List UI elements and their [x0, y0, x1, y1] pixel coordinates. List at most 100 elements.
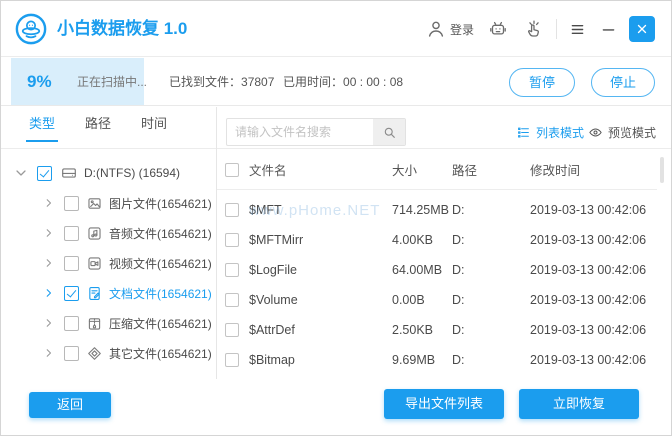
- row-checkbox[interactable]: [225, 293, 239, 307]
- pause-button[interactable]: 暂停: [509, 68, 575, 97]
- tab-path[interactable]: 路径: [85, 107, 111, 143]
- header-filename: 文件名: [249, 164, 287, 178]
- app-logo-icon: [15, 13, 47, 45]
- video-icon: [86, 255, 103, 272]
- cell-path: D:: [452, 323, 465, 337]
- search-input[interactable]: [227, 119, 373, 145]
- table-row[interactable]: $MFT 714.25MB D: 2019-03-13 00:42:06: [217, 195, 657, 225]
- user-icon[interactable]: [426, 19, 446, 39]
- files-found-value: 37807: [241, 75, 275, 89]
- table-row[interactable]: $Bitmap 9.69MB D: 2019-03-13 00:42:06: [217, 345, 657, 375]
- chevron-right-icon[interactable]: [43, 227, 55, 239]
- audio-icon: [86, 225, 103, 242]
- recover-now-button[interactable]: 立即恢复: [519, 389, 639, 419]
- app-title: 小白数据恢复 1.0: [57, 19, 188, 38]
- tree-item-checkbox[interactable]: [64, 345, 79, 361]
- cell-filename: $Volume: [249, 293, 298, 307]
- tree-item[interactable]: 图片文件(1654621): [1, 188, 215, 218]
- tree-item-checkbox[interactable]: [64, 255, 79, 271]
- chevron-right-icon[interactable]: [43, 257, 55, 269]
- login-button[interactable]: 登录: [450, 21, 474, 38]
- tree-item-checkbox[interactable]: [64, 225, 79, 241]
- tree-item-label: 音频文件(1654621): [109, 226, 212, 241]
- export-file-list-button[interactable]: 导出文件列表: [384, 389, 504, 419]
- chevron-right-icon[interactable]: [43, 287, 55, 299]
- elapsed-time-value: 00 : 00 : 08: [343, 75, 404, 89]
- files-found-stat: 已找到文件：37807: [169, 75, 275, 89]
- cell-filename: $MFT: [249, 203, 282, 217]
- list-icon: [518, 127, 529, 138]
- titlebar-actions: 登录: [426, 1, 655, 57]
- sidebar-tabs: 类型 路径 时间: [1, 107, 216, 143]
- tree-item-checkbox[interactable]: [64, 315, 79, 331]
- chevron-right-icon[interactable]: [43, 317, 55, 329]
- back-button[interactable]: 返回: [29, 392, 111, 418]
- drive-icon: [60, 164, 78, 182]
- menu-icon[interactable]: [569, 21, 586, 38]
- cell-modified: 2019-03-13 00:42:06: [530, 293, 647, 307]
- search-box: [226, 118, 406, 146]
- app-window: 小白数据恢复 1.0 登录 9% 正在扫描中... 已找到文件：37807 已用…: [0, 0, 672, 436]
- cell-path: D:: [452, 233, 465, 247]
- tree-item-label: 文档文件(1654621): [109, 286, 212, 301]
- image-icon: [86, 195, 103, 212]
- preview-mode-toggle[interactable]: 预览模式: [588, 118, 656, 146]
- cell-filename: $AttrDef: [249, 323, 295, 337]
- tab-type[interactable]: 类型: [25, 107, 59, 143]
- cell-path: D:: [452, 293, 465, 307]
- cell-size: 9.69MB: [392, 353, 436, 367]
- tree-root-checkbox[interactable]: [37, 165, 52, 181]
- search-icon: [384, 127, 395, 138]
- customer-service-robot-icon[interactable]: [488, 19, 508, 39]
- cell-path: D:: [452, 203, 465, 217]
- preview-mode-label: 预览模式: [608, 125, 657, 140]
- list-mode-label: 列表模式: [536, 125, 585, 140]
- eye-icon: [589, 128, 602, 136]
- tree-item-label: 视频文件(1654621): [109, 256, 212, 271]
- tree-item-checkbox[interactable]: [64, 195, 79, 211]
- table-row[interactable]: $MFTMirr 4.00KB D: 2019-03-13 00:42:06: [217, 225, 657, 255]
- row-checkbox[interactable]: [225, 353, 239, 367]
- header-size: 大小: [392, 164, 418, 178]
- tree-item[interactable]: 音频文件(1654621): [1, 218, 215, 248]
- tree-item-label: 压缩文件(1654621): [109, 316, 212, 331]
- hand-click-icon[interactable]: [524, 19, 544, 39]
- file-table-header: 文件名 大小 路径 修改时间: [217, 150, 657, 190]
- cell-modified: 2019-03-13 00:42:06: [530, 203, 647, 217]
- table-row[interactable]: $Volume 0.00B D: 2019-03-13 00:42:06: [217, 285, 657, 315]
- tree-item-label: 其它文件(1654621): [109, 346, 212, 361]
- tree-item[interactable]: 压缩文件(1654621): [1, 308, 215, 338]
- close-button[interactable]: [629, 16, 655, 42]
- cell-modified: 2019-03-13 00:42:06: [530, 233, 647, 247]
- tree-item[interactable]: 其它文件(1654621): [1, 338, 215, 368]
- row-checkbox[interactable]: [225, 323, 239, 337]
- title-bar: 小白数据恢复 1.0 登录: [1, 1, 671, 57]
- cell-path: D:: [452, 353, 465, 367]
- row-checkbox[interactable]: [225, 203, 239, 217]
- chevron-right-icon[interactable]: [43, 197, 55, 209]
- tree-item-label: 图片文件(1654621): [109, 196, 212, 211]
- cell-modified: 2019-03-13 00:42:06: [530, 263, 647, 277]
- list-mode-toggle[interactable]: 列表模式: [516, 118, 584, 146]
- tab-time[interactable]: 时间: [141, 107, 167, 143]
- table-row[interactable]: $AttrDef 2.50KB D: 2019-03-13 00:42:06: [217, 315, 657, 345]
- tree-item[interactable]: 文档文件(1654621): [1, 278, 215, 308]
- stop-button[interactable]: 停止: [591, 68, 655, 97]
- tree-root-drive[interactable]: D:(NTFS) (16594): [1, 158, 215, 188]
- search-button[interactable]: [373, 119, 405, 145]
- titlebar-divider: [556, 19, 557, 39]
- table-row[interactable]: $LogFile 64.00MB D: 2019-03-13 00:42:06: [217, 255, 657, 285]
- chevron-down-icon[interactable]: [13, 165, 29, 181]
- tree-item-checkbox[interactable]: [64, 285, 79, 301]
- cell-modified: 2019-03-13 00:42:06: [530, 323, 647, 337]
- row-checkbox[interactable]: [225, 233, 239, 247]
- cell-modified: 2019-03-13 00:42:06: [530, 353, 647, 367]
- table-scrollbar[interactable]: [660, 157, 664, 183]
- archive-icon: [86, 315, 103, 332]
- minimize-button[interactable]: [600, 21, 617, 38]
- other-icon: [86, 345, 103, 362]
- row-checkbox[interactable]: [225, 263, 239, 277]
- chevron-right-icon[interactable]: [43, 347, 55, 359]
- select-all-checkbox[interactable]: [225, 162, 239, 177]
- tree-item[interactable]: 视频文件(1654621): [1, 248, 215, 278]
